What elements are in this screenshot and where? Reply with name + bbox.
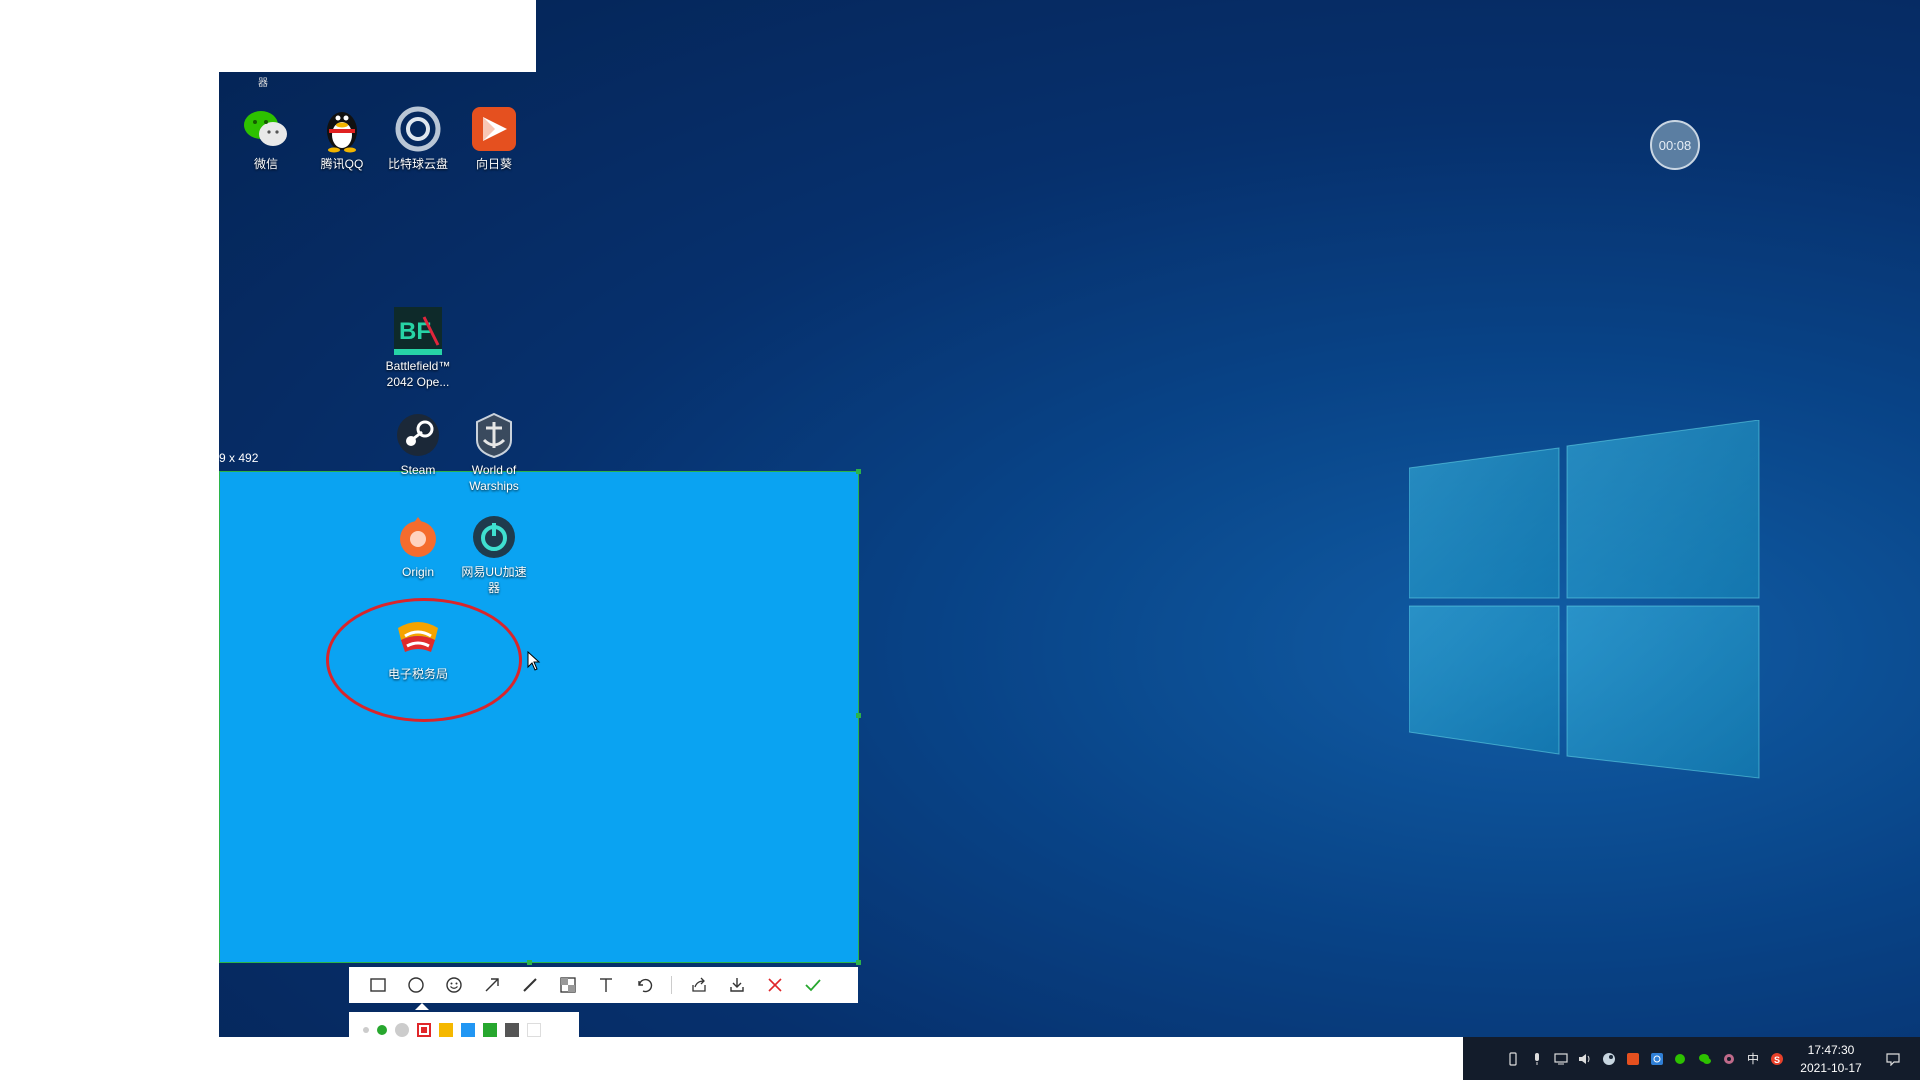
cloud-disk-icon — [393, 104, 443, 154]
cancel-button[interactable] — [756, 967, 794, 1003]
world-of-warships-icon — [469, 410, 519, 460]
brush-size-small[interactable] — [363, 1027, 369, 1033]
brush-size-medium[interactable] — [377, 1025, 387, 1035]
toolbar-separator — [671, 976, 672, 994]
icon-label: Steam — [400, 463, 436, 477]
selection-area[interactable] — [219, 471, 859, 963]
mosaic-icon — [560, 977, 576, 993]
usb-icon[interactable] — [1501, 1044, 1525, 1074]
emoji-tool-button[interactable] — [435, 967, 473, 1003]
clock-time: 17:47:30 — [1807, 1042, 1855, 1057]
desktop-icon-wechat[interactable]: 微信 — [228, 104, 304, 172]
annotation-toolbar — [349, 967, 858, 1003]
resize-handle-bottom-right[interactable] — [856, 960, 861, 965]
rectangle-tool-button[interactable] — [359, 967, 397, 1003]
arrow-icon — [485, 978, 499, 992]
left-white-frame — [0, 0, 219, 1080]
resize-handle-bottom[interactable] — [527, 960, 532, 965]
cloud-tray-icon[interactable] — [1645, 1044, 1669, 1074]
emoji-icon — [446, 977, 462, 993]
ime-icon[interactable]: 中 — [1741, 1044, 1765, 1074]
top-white-frame — [219, 0, 536, 72]
sunflower-remote-icon — [469, 104, 519, 154]
origin-icon — [393, 512, 443, 562]
annotation-ellipse[interactable] — [326, 598, 522, 722]
pen-icon — [523, 978, 537, 992]
toolbar-pointer — [415, 1003, 429, 1010]
svg-text:S: S — [1774, 1055, 1780, 1065]
icon-label: 微信 — [253, 157, 278, 171]
desktop-icon-battlefield[interactable]: BF Battlefield™ 2042 Ope... — [380, 306, 456, 390]
volume-icon[interactable] — [1573, 1044, 1597, 1074]
download-button[interactable] — [718, 967, 756, 1003]
share-icon — [692, 977, 706, 992]
brush-size-large[interactable] — [395, 1023, 409, 1037]
mouse-cursor-icon — [527, 650, 541, 676]
color-swatch-yellow[interactable] — [439, 1023, 453, 1037]
text-tool-button[interactable] — [587, 967, 625, 1003]
taskbar-tray: 中 S 17:47:30 2021-10-17 — [1463, 1037, 1920, 1080]
color-swatch-gray[interactable] — [505, 1023, 519, 1037]
mosaic-tool-button[interactable] — [549, 967, 587, 1003]
text-icon — [600, 978, 612, 992]
wechat-tray-icon-2[interactable] — [1693, 1044, 1717, 1074]
desktop-icon-steam[interactable]: Steam — [380, 410, 456, 478]
clock[interactable]: 17:47:30 2021-10-17 — [1795, 1041, 1867, 1077]
clock-date: 2021-10-17 — [1800, 1060, 1862, 1075]
windows-logo — [1408, 419, 1769, 805]
color-swatch-blue[interactable] — [461, 1023, 475, 1037]
download-icon — [730, 978, 744, 992]
resize-handle-top-right[interactable] — [856, 469, 861, 474]
wechat-tray-icon[interactable] — [1669, 1044, 1693, 1074]
uu-accelerator-icon — [469, 512, 519, 562]
wechat-icon — [241, 104, 291, 154]
recording-timer[interactable]: 00:08 — [1650, 120, 1700, 170]
sunflower-tray-icon[interactable] — [1621, 1044, 1645, 1074]
qq-penguin-icon — [317, 104, 367, 154]
confirm-button[interactable] — [794, 967, 832, 1003]
desktop-icon-sunflower[interactable]: 向日葵 — [456, 104, 532, 172]
desktop-icon-uu-accelerator[interactable]: 网易UU加速器 — [456, 512, 532, 596]
color-swatch-green[interactable] — [483, 1023, 497, 1037]
confirm-icon — [805, 979, 821, 992]
ellipse-icon — [408, 977, 424, 993]
icon-label: Battlefield™ 2042 Ope... — [385, 359, 451, 389]
rectangle-icon — [370, 978, 386, 992]
bottom-white-frame — [219, 1037, 1463, 1080]
icon-label: 网易UU加速器 — [461, 565, 527, 595]
steam-tray-icon[interactable] — [1597, 1044, 1621, 1074]
cancel-icon — [768, 978, 782, 992]
share-button[interactable] — [680, 967, 718, 1003]
icon-label: 向日葵 — [475, 157, 512, 171]
color-swatch-red[interactable] — [417, 1023, 431, 1037]
color-swatch-white[interactable] — [527, 1023, 541, 1037]
sogou-icon[interactable]: S — [1765, 1044, 1789, 1074]
resize-handle-right[interactable] — [856, 713, 861, 718]
icon-label: 腾讯QQ — [320, 157, 364, 171]
battlefield-icon: BF — [393, 306, 443, 356]
steam-icon — [393, 410, 443, 460]
icon-label: Origin — [401, 565, 434, 579]
pen-tool-button[interactable] — [511, 967, 549, 1003]
selection-size-label: 9 x 492 — [219, 451, 259, 465]
arrow-tool-button[interactable] — [473, 967, 511, 1003]
desktop-icon-qq[interactable]: 腾讯QQ — [304, 104, 380, 172]
desktop-icon-origin[interactable]: Origin — [380, 512, 456, 580]
gear-tray-icon[interactable] — [1717, 1044, 1741, 1074]
partial-label: 器 — [258, 78, 268, 89]
notification-icon[interactable] — [1881, 1044, 1905, 1074]
ellipse-tool-button[interactable] — [397, 967, 435, 1003]
desktop-icon-cloud-disk[interactable]: 比特球云盘 — [380, 104, 456, 172]
undo-icon — [638, 978, 653, 993]
desktop-icon-world-of-warships[interactable]: World of Warships — [456, 410, 532, 494]
network-icon[interactable] — [1549, 1044, 1573, 1074]
icon-label: 比特球云盘 — [387, 157, 448, 171]
undo-button[interactable] — [625, 967, 663, 1003]
icon-label: World of Warships — [469, 463, 519, 493]
microphone-icon[interactable] — [1525, 1044, 1549, 1074]
